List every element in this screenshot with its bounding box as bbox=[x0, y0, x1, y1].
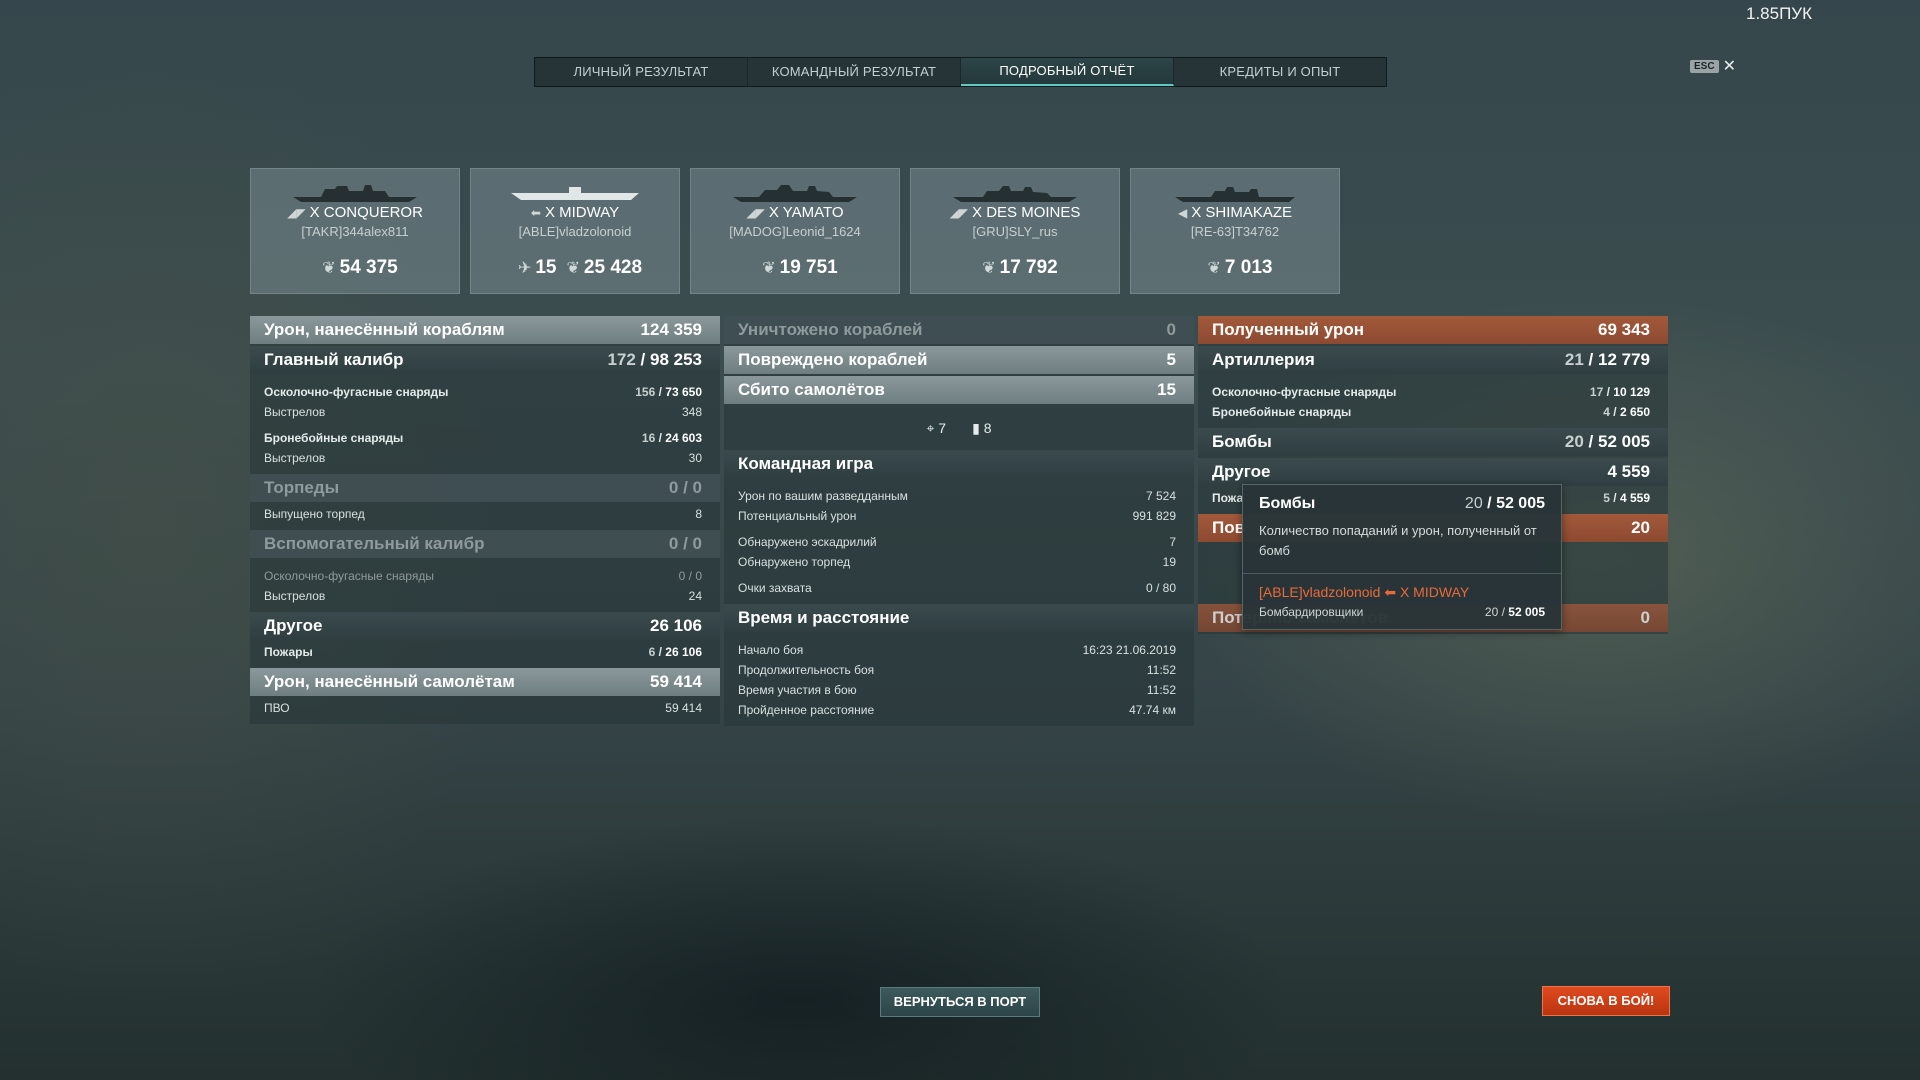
torpedoes-header: Торпеды 0 / 0 bbox=[250, 474, 720, 502]
laurel-icon: ❦ bbox=[982, 260, 996, 277]
recv-he-row: Осколочно-фугасные снаряды 17 / 10 129 bbox=[1212, 385, 1650, 399]
version-label: 1.85ПУК bbox=[1745, 4, 1812, 23]
main-battery-header: Главный калибр 172 / 98 253 bbox=[250, 346, 720, 374]
tooltip-source-row: Бомбардировщики 20 / 52 005 bbox=[1259, 605, 1545, 619]
tab-personal-result[interactable]: ЛИЧНЫЙ РЕЗУЛЬТАТ bbox=[535, 58, 748, 86]
ship-score: ❦ 54 375 bbox=[322, 257, 398, 278]
ship-card-yamato[interactable]: ◢◤ X YAMATO [MADOG]Leonid_1624 ❦ 19 751 bbox=[690, 168, 900, 294]
participation-time-row: Время участия в бою 11:52 bbox=[738, 683, 1176, 697]
received-damage-header: Полученный урон 69 343 bbox=[1198, 316, 1668, 344]
ship-score: ✈ 15 ❦ 25 428 bbox=[517, 257, 643, 278]
esc-close-button[interactable]: ESC ✕ bbox=[1690, 57, 1736, 75]
tab-credits-xp[interactable]: КРЕДИТЫ И ОПЫТ bbox=[1174, 58, 1386, 86]
battleship-class-icon: ◢◤ bbox=[287, 206, 306, 220]
ship-card-des-moines[interactable]: ◢◤ X DES MOINES [GRU]SLY_rus ❦ 17 792 bbox=[910, 168, 1120, 294]
planes-shot-header: Сбито самолётов 15 bbox=[724, 376, 1194, 404]
bombs-tooltip: Бомбы 20 / 52 005 Количество попаданий и … bbox=[1242, 484, 1562, 630]
return-to-port-button[interactable]: ВЕРНУТЬСЯ В ПОРТ bbox=[880, 987, 1040, 1017]
ship-name: ◢◤ X YAMATO bbox=[746, 204, 844, 221]
sec-he-row: Осколочно-фугасные снаряды 0 / 0 bbox=[264, 569, 702, 583]
fires-row: Пожары 6 / 26 106 bbox=[264, 645, 702, 659]
plane-kill-breakdown: ⌖ 7 ▮ 8 bbox=[724, 406, 1194, 450]
torps-spotted-row: Обнаружено торпед 19 bbox=[738, 555, 1176, 569]
destroyed-header: Уничтожено кораблей 0 bbox=[724, 316, 1194, 344]
laurel-icon: ❦ bbox=[566, 260, 580, 277]
he-row: Осколочно-фугасные снаряды 156 / 73 650 bbox=[264, 385, 702, 399]
ship-player: [ABLE]vladzolonoid bbox=[518, 224, 632, 239]
other-header: Другое 26 106 bbox=[250, 612, 720, 640]
team-play-header: Командная игра bbox=[724, 450, 1194, 478]
torp-launched-row: Выпущено торпед 8 bbox=[264, 507, 702, 521]
time-distance-header: Время и расстояние bbox=[724, 604, 1194, 632]
close-icon: ✕ bbox=[1722, 57, 1736, 75]
battleship-class-icon: ◢◤ bbox=[746, 206, 765, 220]
potential-damage-row: Потенциальный урон 991 829 bbox=[738, 509, 1176, 523]
laurel-icon: ❦ bbox=[762, 260, 776, 277]
capture-points-row: Очки захвата 0 / 80 bbox=[738, 581, 1176, 595]
battle-again-button[interactable]: СНОВА В БОЙ! bbox=[1542, 986, 1670, 1016]
distance-row: Пройденное расстояние 47.74 км bbox=[738, 703, 1176, 717]
fighter-icon: ▮ 8 bbox=[972, 419, 992, 436]
cruiser-silhouette-icon bbox=[953, 186, 1077, 202]
carrier-class-icon: ⬅ bbox=[1384, 584, 1397, 600]
laurel-icon: ❦ bbox=[1207, 260, 1221, 277]
aa-row: ПВО 59 414 bbox=[264, 701, 702, 715]
results-tabs: ЛИЧНЫЙ РЕЗУЛЬТАТ КОМАНДНЫЙ РЕЗУЛЬТАТ ПОД… bbox=[534, 57, 1387, 87]
damage-planes-header: Урон, нанесённый самолётам 59 414 bbox=[250, 668, 720, 696]
recv-other-header: Другое 4 559 bbox=[1198, 458, 1668, 486]
spotting-damage-row: Урон по вашим разведданным 7 524 bbox=[738, 489, 1176, 503]
top-ships-row: ◢◤ X CONQUEROR [TAKR]344alex811 ❦ 54 375 ⬅… bbox=[250, 168, 1340, 294]
ship-player: [GRU]SLY_rus bbox=[972, 224, 1058, 239]
destroyer-class-icon: ◀ bbox=[1177, 206, 1188, 220]
squads-spotted-row: Обнаружено эскадрилий 7 bbox=[738, 535, 1176, 549]
ship-name: ⬅ X MIDWAY bbox=[530, 204, 620, 221]
ship-score: ❦ 19 751 bbox=[762, 257, 838, 278]
battleship-silhouette-icon bbox=[733, 185, 857, 202]
ship-score: ❦ 7 013 bbox=[1207, 257, 1273, 278]
battleship-silhouette-icon bbox=[293, 185, 417, 202]
ship-card-conqueror[interactable]: ◢◤ X CONQUEROR [TAKR]344alex811 ❦ 54 375 bbox=[250, 168, 460, 294]
esc-key-label: ESC bbox=[1690, 60, 1719, 73]
carrier-class-icon: ⬅ bbox=[530, 206, 541, 220]
crosshair-icon: ⌖ 7 bbox=[926, 419, 947, 436]
sec-shots-row: Выстрелов 24 bbox=[264, 589, 702, 603]
damage-dealt-panel: Урон, нанесённый кораблям 124 359 Главный… bbox=[250, 316, 720, 724]
carrier-silhouette-icon bbox=[511, 187, 639, 200]
he-shots-row: Выстрелов 348 bbox=[264, 405, 702, 419]
cruiser-class-icon: ◢◤ bbox=[949, 206, 969, 220]
ship-player: [RE-63]T34762 bbox=[1190, 224, 1280, 239]
battle-start-row: Начало боя 16:23 21.06.2019 bbox=[738, 643, 1176, 657]
ship-player: [TAKR]344alex811 bbox=[301, 224, 409, 239]
destroyer-silhouette-icon bbox=[1175, 187, 1295, 202]
ship-name: ◢◤ X CONQUEROR bbox=[287, 204, 423, 221]
summary-panel: Уничтожено кораблей 0 Повреждено кораблей… bbox=[724, 316, 1194, 726]
tooltip-title: Бомбы 20 / 52 005 bbox=[1259, 495, 1545, 512]
secondary-header: Вспомогательный калибр 0 / 0 bbox=[250, 530, 720, 558]
laurel-icon: ❦ bbox=[322, 260, 336, 277]
tab-team-result[interactable]: КОМАНДНЫЙ РЕЗУЛЬТАТ bbox=[748, 58, 961, 86]
bombs-header[interactable]: Бомбы 20 / 52 005 bbox=[1198, 428, 1668, 456]
ap-row: Бронебойные снаряды 16 / 24 603 bbox=[264, 431, 702, 445]
damage-ships-header: Урон, нанесённый кораблям 124 359 bbox=[250, 316, 720, 344]
ship-card-midway[interactable]: ⬅ X MIDWAY [ABLE]vladzolonoid ✈ 15 ❦ 25 428 bbox=[470, 168, 680, 294]
ap-shots-row: Выстрелов 30 bbox=[264, 451, 702, 465]
ship-player: [MADOG]Leonid_1624 bbox=[729, 224, 861, 239]
battle-duration-row: Продолжительность боя 11:52 bbox=[738, 663, 1176, 677]
ship-card-shimakaze[interactable]: ◀ X SHIMAKAZE [RE-63]T34762 ❦ 7 013 bbox=[1130, 168, 1340, 294]
tab-detailed-report[interactable]: ПОДРОБНЫЙ ОТЧЁТ bbox=[961, 58, 1174, 86]
tooltip-source-player: [ABLE]vladzolonoid ⬅ X MIDWAY bbox=[1259, 584, 1470, 600]
artillery-header: Артиллерия 21 / 12 779 bbox=[1198, 346, 1668, 374]
damaged-header: Повреждено кораблей 5 bbox=[724, 346, 1194, 374]
ship-name: ◀ X SHIMAKAZE bbox=[1177, 204, 1293, 221]
plane-kill-icon: ✈ bbox=[517, 260, 532, 277]
ship-score: ❦ 17 792 bbox=[982, 257, 1058, 278]
recv-ap-row: Бронебойные снаряды 4 / 2 650 bbox=[1212, 405, 1650, 419]
ship-name: ◢◤ X DES MOINES bbox=[949, 204, 1081, 221]
tooltip-description: Количество попаданий и урон, полученный … bbox=[1259, 523, 1537, 558]
